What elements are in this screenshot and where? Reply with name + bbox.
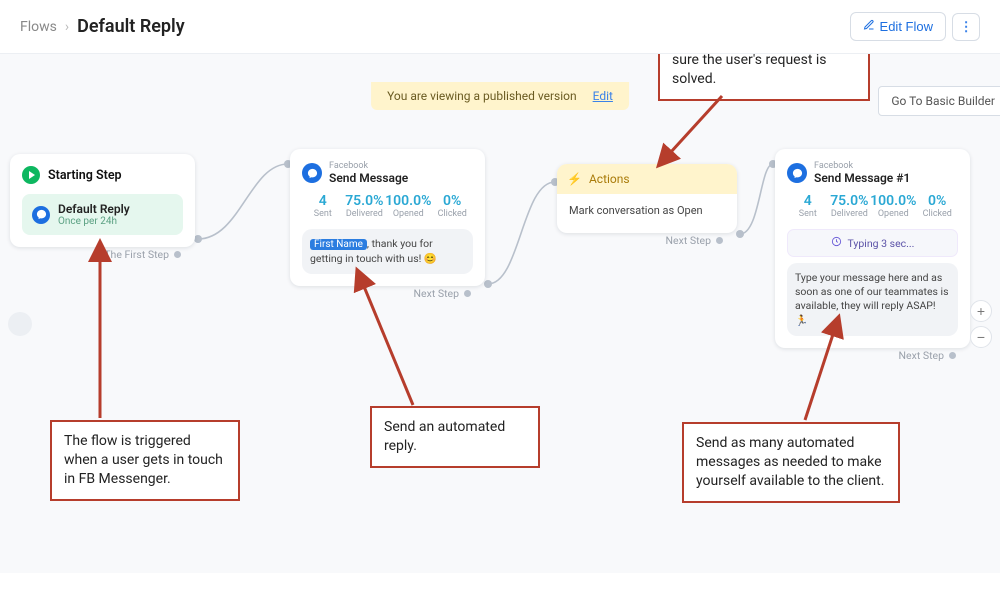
port-dot-icon — [174, 251, 181, 258]
node-title: Send Message — [329, 171, 408, 185]
node-title: Starting Step — [48, 168, 122, 183]
channel-label: Facebook — [814, 161, 910, 171]
node-send-message-1[interactable]: Facebook Send Message #1 4Sent 75.0%Deli… — [775, 149, 970, 348]
port-next-step[interactable]: Next Step — [899, 349, 956, 362]
node-send-message[interactable]: Facebook Send Message 4Sent 75.0%Deliver… — [290, 149, 485, 286]
stat-clicked: 0% — [431, 193, 473, 209]
breadcrumb: Flows › Default Reply — [20, 16, 185, 37]
message-bubble[interactable]: First Name, thank you for getting in tou… — [302, 229, 473, 274]
port-dot-icon — [949, 352, 956, 359]
sidebar-toggle[interactable] — [8, 312, 32, 336]
annotation-open: The conversation remains open in your sy… — [658, 53, 870, 101]
first-name-variable: First Name — [310, 239, 367, 250]
edit-flow-button[interactable]: Edit Flow — [850, 12, 946, 41]
messenger-icon — [302, 163, 322, 183]
banner-edit-link[interactable]: Edit — [593, 89, 613, 103]
edit-flow-label: Edit Flow — [880, 19, 933, 34]
stat-clicked: 0% — [916, 193, 958, 209]
port-next-step[interactable]: Next Step — [666, 234, 723, 247]
port-dot-icon — [464, 290, 471, 297]
typing-delay[interactable]: Typing 3 sec... — [787, 229, 958, 257]
basic-builder-button[interactable]: Go To Basic Builder — [878, 86, 1000, 116]
stat-sent: 4 — [302, 193, 344, 209]
zoom-out-button[interactable]: − — [970, 326, 992, 348]
page-title: Default Reply — [77, 16, 185, 37]
node-title: Send Message #1 — [814, 171, 910, 185]
node-starting-step[interactable]: Starting Step Default Reply Once per 24h… — [10, 154, 195, 247]
default-reply-trigger[interactable]: Default Reply Once per 24h — [22, 194, 183, 235]
annotation-trigger: The flow is triggered when a user gets i… — [50, 420, 240, 501]
lightning-icon: ⚡ — [567, 172, 582, 186]
flow-canvas[interactable]: Starting Step Default Reply Once per 24h… — [0, 53, 1000, 573]
breadcrumb-parent[interactable]: Flows — [20, 19, 57, 35]
clock-icon — [831, 236, 842, 250]
node-actions[interactable]: ⚡ Actions Mark conversation as Open Next… — [557, 164, 737, 233]
stat-sent: 4 — [787, 193, 829, 209]
stat-delivered: 75.0% — [829, 193, 871, 209]
pencil-icon — [863, 19, 875, 34]
message-bubble[interactable]: Type your message here and as soon as on… — [787, 263, 958, 336]
chevron-right-icon: › — [65, 19, 69, 35]
port-first-step[interactable]: The First Step — [104, 248, 181, 261]
stats-row: 4Sent 75.0%Delivered 100.0%Opened 0%Clic… — [302, 193, 473, 219]
publish-banner: You are viewing a published version Edit — [371, 82, 629, 110]
annotation-reply: Send an automated reply. — [370, 406, 540, 468]
stats-row: 4Sent 75.0%Delivered 100.0%Opened 0%Clic… — [787, 193, 958, 219]
channel-label: Facebook — [329, 161, 408, 171]
trigger-title: Default Reply — [58, 202, 130, 216]
zoom-in-button[interactable]: + — [970, 300, 992, 322]
annotation-many: Send as many automated messages as neede… — [682, 422, 900, 503]
stat-opened: 100.0% — [870, 193, 916, 209]
stat-delivered: 75.0% — [344, 193, 386, 209]
port-next-step[interactable]: Next Step — [414, 287, 471, 300]
action-item: Mark conversation as Open — [557, 194, 737, 221]
play-icon — [22, 166, 40, 184]
trigger-subtitle: Once per 24h — [58, 216, 130, 227]
node-title: Actions — [589, 172, 630, 186]
messenger-icon — [787, 163, 807, 183]
port-dot-icon — [716, 237, 723, 244]
kebab-menu-button[interactable]: ⋮ — [952, 13, 980, 41]
banner-text: You are viewing a published version — [387, 89, 577, 103]
stat-opened: 100.0% — [385, 193, 431, 209]
messenger-icon — [32, 206, 50, 224]
